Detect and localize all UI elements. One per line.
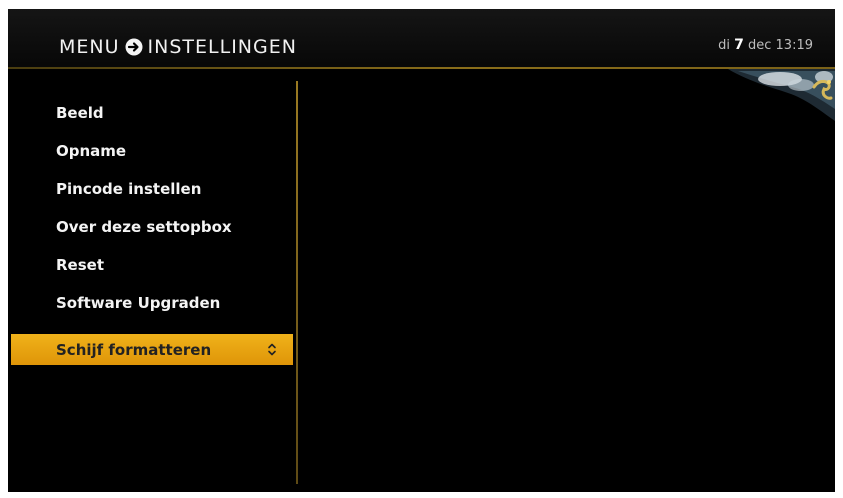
up-down-arrows-icon	[267, 342, 277, 357]
month: dec	[747, 38, 772, 53]
date-time: di 7 dec 13:19	[718, 37, 813, 53]
menu-item-label: Software Upgraden	[56, 293, 221, 312]
panel-divider	[296, 81, 298, 484]
menu-item-software-upgraden[interactable]: Software Upgraden	[11, 287, 293, 318]
corner-decoration-image	[728, 69, 835, 121]
menu-item-label: Pincode instellen	[56, 179, 202, 198]
breadcrumb: MENU INSTELLINGEN	[59, 34, 297, 60]
menu-item-label: Reset	[56, 255, 104, 274]
section-title: INSTELLINGEN	[147, 36, 297, 58]
menu-label: MENU	[59, 36, 120, 58]
menu-item-label: Beeld	[56, 103, 104, 122]
weekday: di	[718, 38, 730, 53]
menu-item-label: Schijf formatteren	[56, 340, 212, 359]
tv-screen: MENU INSTELLINGEN di 7 dec 13:19 Beeld O…	[8, 9, 835, 492]
arrow-right-circle-icon	[125, 38, 143, 56]
menu-item-pincode-instellen[interactable]: Pincode instellen	[11, 173, 293, 204]
menu-item-schijf-formatteren[interactable]: Schijf formatteren	[11, 334, 293, 365]
menu-item-opname[interactable]: Opname	[11, 135, 293, 166]
time: 13:19	[775, 38, 813, 53]
day-number: 7	[734, 37, 744, 53]
menu-item-reset[interactable]: Reset	[11, 249, 293, 280]
menu-item-beeld[interactable]: Beeld	[11, 97, 293, 128]
menu-item-label: Opname	[56, 141, 127, 160]
header-bar: MENU INSTELLINGEN di 7 dec 13:19	[8, 9, 835, 69]
header-separator	[8, 67, 835, 69]
menu-item-over-deze-settopbox[interactable]: Over deze settopbox	[11, 211, 293, 242]
menu-item-label: Over deze settopbox	[56, 217, 232, 236]
